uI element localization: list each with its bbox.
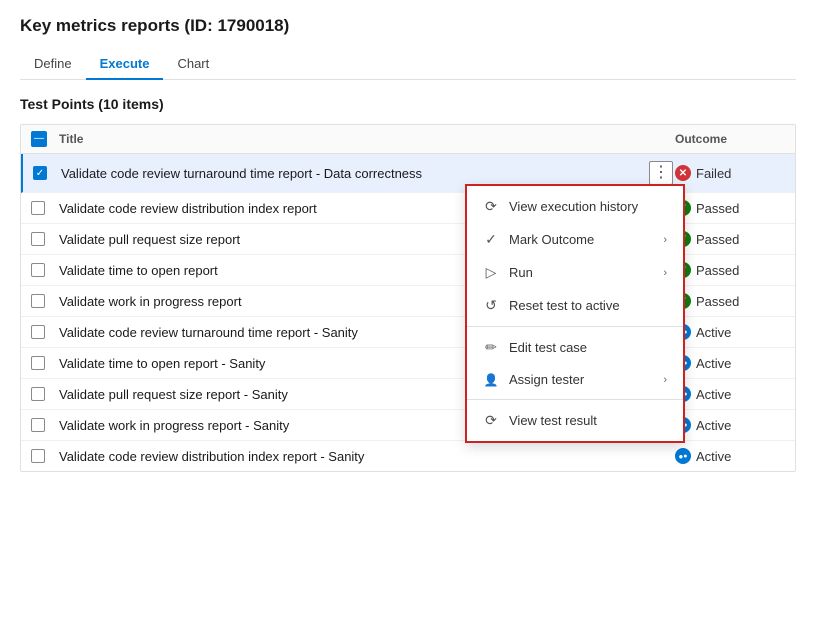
menu-item-mark-outcome[interactable]: ✓ Mark Outcome › xyxy=(467,223,683,256)
reset-icon: ↺ xyxy=(483,297,499,314)
row-outcome-7: ● Active xyxy=(675,355,785,371)
row-outcome-9: ● Active xyxy=(675,417,785,433)
menu-label-view-history: View execution history xyxy=(509,199,667,214)
row-checkbox-9[interactable] xyxy=(31,418,59,432)
row-checkbox-1[interactable] xyxy=(33,166,61,180)
select-all-button[interactable] xyxy=(31,131,47,147)
checkbox-10[interactable] xyxy=(31,449,45,463)
result-icon: ⟳ xyxy=(483,412,499,429)
checkbox-8[interactable] xyxy=(31,387,45,401)
row-checkbox-10[interactable] xyxy=(31,449,59,463)
run-icon: ▷ xyxy=(483,264,499,281)
table-header: Title Outcome xyxy=(21,125,795,154)
edit-icon: ✏ xyxy=(483,339,499,356)
more-options-button-1[interactable]: ⋮ xyxy=(649,161,673,185)
checkbox-2[interactable] xyxy=(31,201,45,215)
row-checkbox-2[interactable] xyxy=(31,201,59,215)
row-checkbox-3[interactable] xyxy=(31,232,59,246)
outcome-icon-failed xyxy=(675,165,691,181)
column-header-outcome: Outcome xyxy=(675,132,785,146)
row-title-1: Validate code review turnaround time rep… xyxy=(61,166,647,181)
tab-define[interactable]: Define xyxy=(20,48,86,79)
row-checkbox-4[interactable] xyxy=(31,263,59,277)
page-wrapper: Key metrics reports (ID: 1790018) Define… xyxy=(0,0,816,488)
menu-divider-2 xyxy=(467,399,683,400)
checkbox-9[interactable] xyxy=(31,418,45,432)
page-title: Key metrics reports (ID: 1790018) xyxy=(20,16,796,36)
section-title: Test Points (10 items) xyxy=(20,96,796,112)
menu-item-assign[interactable]: 👤 Assign tester › xyxy=(467,364,683,395)
row-checkbox-8[interactable] xyxy=(31,387,59,401)
tab-execute[interactable]: Execute xyxy=(86,48,164,79)
row-title-10: Validate code review distribution index … xyxy=(59,449,647,464)
row-outcome-1: Failed xyxy=(675,165,785,181)
row-outcome-10: ● Active xyxy=(675,448,785,464)
checkbox-1[interactable] xyxy=(33,166,47,180)
row-outcome-3: Passed xyxy=(675,231,785,247)
table-row: Validate code review distribution index … xyxy=(21,441,795,471)
outcome-icon-active: ● xyxy=(675,448,691,464)
menu-item-run[interactable]: ▷ Run › xyxy=(467,256,683,289)
menu-label-edit: Edit test case xyxy=(509,340,667,355)
row-checkbox-6[interactable] xyxy=(31,325,59,339)
arrow-icon-mark-outcome: › xyxy=(663,234,667,246)
tab-chart[interactable]: Chart xyxy=(163,48,223,79)
menu-label-assign: Assign tester xyxy=(509,372,653,387)
assign-icon: 👤 xyxy=(483,373,499,387)
menu-label-view-result: View test result xyxy=(509,413,667,428)
checkbox-7[interactable] xyxy=(31,356,45,370)
row-actions-1: ⋮ xyxy=(647,161,675,185)
test-points-table: Title Outcome Validate code review turna… xyxy=(20,124,796,472)
table-row: Validate code review turnaround time rep… xyxy=(21,154,795,193)
check-icon: ✓ xyxy=(483,231,499,248)
menu-divider-1 xyxy=(467,326,683,327)
row-outcome-2: Passed xyxy=(675,200,785,216)
menu-label-mark-outcome: Mark Outcome xyxy=(509,232,653,247)
arrow-icon-assign: › xyxy=(663,374,667,386)
tabs-bar: Define Execute Chart xyxy=(20,48,796,80)
menu-label-run: Run xyxy=(509,265,653,280)
menu-item-edit[interactable]: ✏ Edit test case xyxy=(467,331,683,364)
header-checkbox-cell xyxy=(31,131,59,147)
menu-item-reset[interactable]: ↺ Reset test to active xyxy=(467,289,683,322)
arrow-icon-run: › xyxy=(663,267,667,279)
row-checkbox-7[interactable] xyxy=(31,356,59,370)
row-checkbox-5[interactable] xyxy=(31,294,59,308)
row-outcome-8: ● Active xyxy=(675,386,785,402)
context-menu: ⟳ View execution history ✓ Mark Outcome … xyxy=(465,184,685,443)
menu-label-reset: Reset test to active xyxy=(509,298,667,313)
menu-item-view-result[interactable]: ⟳ View test result xyxy=(467,404,683,437)
history-icon: ⟳ xyxy=(483,198,499,215)
checkbox-3[interactable] xyxy=(31,232,45,246)
checkbox-5[interactable] xyxy=(31,294,45,308)
row-outcome-4: Passed xyxy=(675,262,785,278)
checkbox-4[interactable] xyxy=(31,263,45,277)
menu-item-view-history[interactable]: ⟳ View execution history xyxy=(467,190,683,223)
row-outcome-5: Passed xyxy=(675,293,785,309)
checkbox-6[interactable] xyxy=(31,325,45,339)
row-outcome-6: ● Active xyxy=(675,324,785,340)
column-header-title: Title xyxy=(59,132,675,146)
